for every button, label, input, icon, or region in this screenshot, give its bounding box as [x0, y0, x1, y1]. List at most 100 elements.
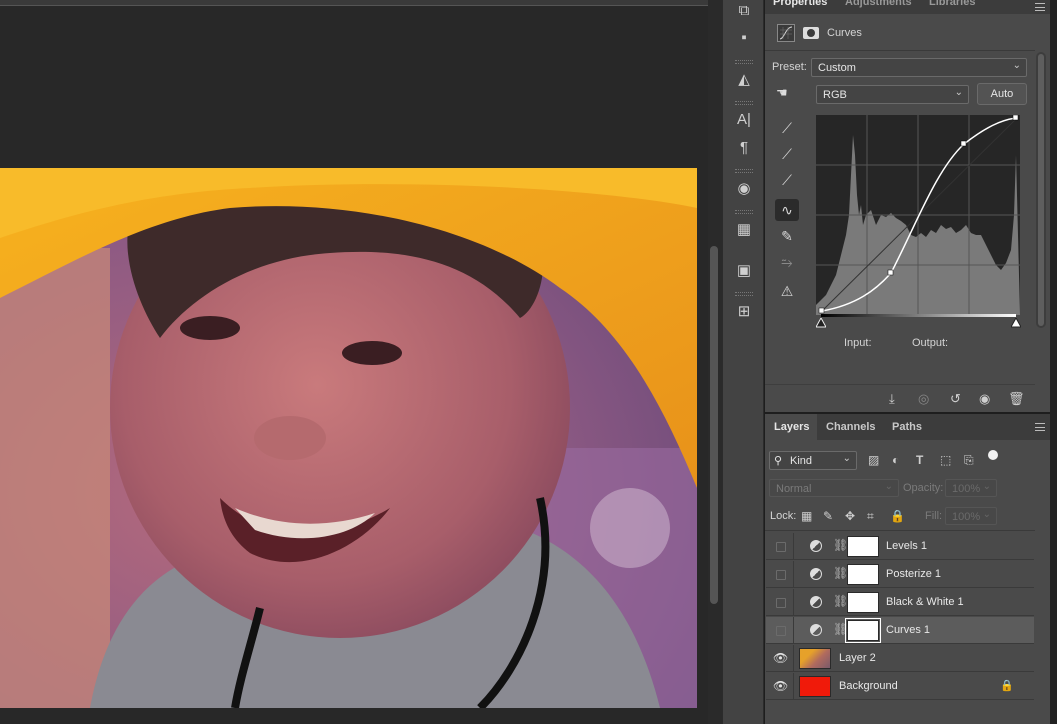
pixel-layer-filter-icon[interactable]: ▨	[868, 453, 879, 467]
lock-label: Lock:	[770, 510, 797, 522]
eye-icon: 👁	[773, 679, 789, 693]
character-icon[interactable]: A|	[733, 109, 755, 131]
visibility-box	[776, 570, 786, 580]
white-slider-handle[interactable]	[1010, 316, 1022, 328]
draw-curve-pencil-icon[interactable]: ✎	[775, 225, 799, 247]
filter-toggle-icon[interactable]	[988, 450, 998, 460]
opacity-value: 100%	[952, 483, 981, 495]
lock-position-icon[interactable]: ✥	[845, 509, 855, 523]
view-previous-state-icon[interactable]: ◎	[918, 391, 929, 407]
layer-name: Posterize 1	[886, 568, 942, 580]
layer-thumbnail[interactable]	[799, 676, 831, 697]
tab-channels[interactable]: Channels	[826, 421, 876, 433]
toggle-visibility-icon[interactable]: ◉	[979, 391, 990, 407]
adjustment-layer-icon	[810, 596, 822, 608]
white-point-eyedropper-icon[interactable]: ⟋	[775, 169, 799, 191]
gray-point-eyedropper-icon[interactable]: ⟋	[775, 143, 799, 165]
visibility-box	[776, 542, 786, 552]
fill-value: 100%	[952, 511, 981, 523]
swatches-icon[interactable]: ▦	[733, 219, 755, 241]
layer-thumbnail[interactable]	[799, 648, 831, 669]
smart-object-filter-icon[interactable]: ⎘	[964, 453, 974, 468]
chevron-down-icon: ⌄	[884, 481, 893, 492]
layer-mask-icon[interactable]	[803, 27, 819, 39]
clip-to-layer-icon[interactable]: ⤓	[889, 391, 895, 407]
divider	[765, 530, 1035, 531]
layer-name: Curves 1	[886, 624, 931, 636]
visibility-toggle[interactable]: 👁	[766, 673, 794, 700]
photo-boy-yellow-hat[interactable]	[0, 168, 697, 708]
canvas-scroll-thumb[interactable]	[710, 246, 718, 604]
tab-layers[interactable]: Layers	[774, 421, 809, 433]
channel-dropdown[interactable]: RGB ⌄	[816, 85, 969, 104]
divider	[765, 384, 1035, 385]
lock-image-pixels-icon[interactable]: ✎	[823, 509, 833, 523]
lock-all-icon[interactable]: 🔒	[890, 509, 905, 523]
layers-menu-icon[interactable]	[1035, 423, 1045, 431]
layer-mask-thumbnail[interactable]	[845, 618, 881, 643]
output-label: Output:	[912, 337, 949, 349]
link-icon[interactable]: ⛓	[833, 594, 848, 608]
edit-curve-points-icon[interactable]: ∿	[775, 199, 799, 221]
delete-adjustment-icon[interactable]: 🗑	[1008, 391, 1025, 407]
link-icon[interactable]: ⛓	[833, 622, 848, 636]
layer-mask-thumbnail[interactable]	[847, 564, 879, 585]
layer-row-black-white[interactable]: ⛓ Black & White 1	[766, 589, 1034, 616]
adjustment-layer-icon	[810, 624, 822, 636]
visibility-toggle[interactable]	[766, 561, 794, 588]
adjustment-layer-filter-icon[interactable]: ◐	[892, 453, 899, 467]
curves-graph[interactable]	[816, 115, 1020, 315]
strip-grip	[735, 169, 753, 173]
clipping-warning-icon[interactable]: ⚠	[775, 280, 799, 302]
chevron-down-icon: ⌄	[1012, 60, 1021, 71]
black-slider-handle[interactable]	[815, 316, 827, 328]
gradients-icon[interactable]: ▣	[733, 260, 755, 282]
link-icon[interactable]: ⛓	[833, 566, 848, 580]
reset-icon[interactable]: ↺	[950, 391, 961, 407]
layer-row-background[interactable]: 👁 Background 🔒	[766, 673, 1034, 700]
preset-dropdown[interactable]: Custom ⌄	[811, 58, 1027, 77]
color-palette-icon[interactable]: ◉	[733, 178, 755, 200]
layer-mask-thumbnail[interactable]	[847, 536, 879, 557]
smooth-curve-icon[interactable]: ⥲	[775, 251, 799, 273]
shapes-icon[interactable]: ◭	[733, 69, 755, 91]
lock-artboard-icon[interactable]: ⌗	[867, 509, 874, 524]
strip-grip	[735, 60, 753, 64]
visibility-toggle[interactable]: 👁	[766, 645, 794, 672]
fill-field[interactable]: 100% ⌄	[945, 507, 997, 525]
blend-mode-dropdown[interactable]: Normal ⌄	[769, 479, 899, 497]
layer-row-posterize[interactable]: ⛓ Posterize 1	[766, 561, 1034, 588]
link-icon[interactable]: ⛓	[833, 538, 848, 552]
type-layer-filter-icon[interactable]: T	[916, 453, 923, 467]
layer-mask-thumbnail[interactable]	[847, 592, 879, 613]
layer-row-levels[interactable]: ⛓ Levels 1	[766, 533, 1034, 560]
properties-menu-icon[interactable]	[1035, 3, 1045, 11]
tab-libraries[interactable]: Libraries	[929, 0, 975, 8]
strip-grip	[735, 210, 753, 214]
fill-label: Fill:	[925, 510, 943, 522]
on-image-adjustment-icon[interactable]: ☚	[776, 85, 798, 103]
properties-scroll-thumb[interactable]	[1038, 54, 1044, 326]
tab-properties[interactable]: Properties	[773, 0, 827, 8]
visibility-toggle[interactable]	[766, 617, 794, 644]
lock-transparent-pixels-icon[interactable]: ▦	[801, 509, 812, 523]
tab-adjustments[interactable]: Adjustments	[845, 0, 912, 8]
input-label: Input:	[844, 337, 872, 349]
opacity-label: Opacity:	[903, 482, 944, 494]
patterns-icon[interactable]: ⊞	[733, 301, 755, 323]
opacity-field[interactable]: 100% ⌄	[945, 479, 997, 497]
black-point-eyedropper-icon[interactable]: ⟋	[775, 117, 799, 139]
visibility-toggle[interactable]	[766, 589, 794, 616]
tab-paths[interactable]: Paths	[892, 421, 922, 433]
visibility-toggle[interactable]	[766, 533, 794, 560]
layer-row-layer-2[interactable]: 👁 Layer 2	[766, 645, 1034, 672]
history-icon[interactable]: ⧉	[733, 0, 755, 22]
adjustment-layer-icon	[810, 568, 822, 580]
layer-row-curves[interactable]: ⛓ Curves 1	[766, 617, 1034, 644]
auto-button[interactable]: Auto	[977, 83, 1027, 105]
kind-filter-dropdown[interactable]: ⚲ Kind ⌄	[769, 451, 857, 470]
paragraph-icon[interactable]: ¶	[733, 137, 755, 159]
preset-value: Custom	[818, 62, 856, 74]
comments-icon[interactable]: ▪	[733, 27, 755, 49]
shape-layer-filter-icon[interactable]: ⬚	[940, 453, 951, 467]
